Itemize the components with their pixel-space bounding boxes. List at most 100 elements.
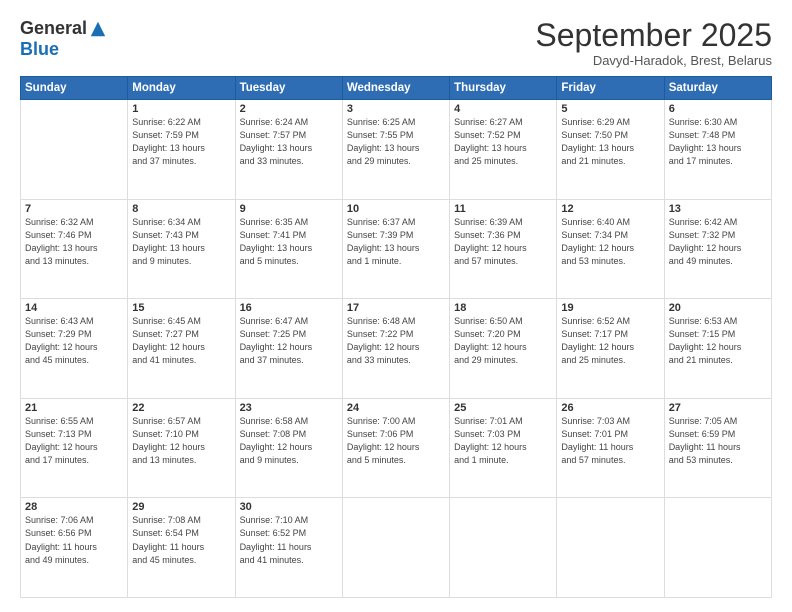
calendar-week-row: 14Sunrise: 6:43 AM Sunset: 7:29 PM Dayli…: [21, 299, 772, 399]
day-info: Sunrise: 6:34 AM Sunset: 7:43 PM Dayligh…: [132, 216, 230, 268]
calendar-cell: 16Sunrise: 6:47 AM Sunset: 7:25 PM Dayli…: [235, 299, 342, 399]
day-number: 9: [240, 203, 338, 215]
day-info: Sunrise: 6:47 AM Sunset: 7:25 PM Dayligh…: [240, 315, 338, 367]
day-info: Sunrise: 6:55 AM Sunset: 7:13 PM Dayligh…: [25, 415, 123, 467]
calendar-cell: [664, 498, 771, 598]
day-of-week-header: Monday: [128, 77, 235, 100]
day-of-week-header: Thursday: [450, 77, 557, 100]
page: General Blue September 2025 Davyd-Harado…: [0, 0, 792, 612]
calendar-cell: 1Sunrise: 6:22 AM Sunset: 7:59 PM Daylig…: [128, 100, 235, 200]
day-info: Sunrise: 6:58 AM Sunset: 7:08 PM Dayligh…: [240, 415, 338, 467]
calendar-cell: 14Sunrise: 6:43 AM Sunset: 7:29 PM Dayli…: [21, 299, 128, 399]
calendar-cell: 12Sunrise: 6:40 AM Sunset: 7:34 PM Dayli…: [557, 199, 664, 299]
day-number: 22: [132, 402, 230, 414]
day-info: Sunrise: 6:50 AM Sunset: 7:20 PM Dayligh…: [454, 315, 552, 367]
day-info: Sunrise: 7:01 AM Sunset: 7:03 PM Dayligh…: [454, 415, 552, 467]
day-info: Sunrise: 6:48 AM Sunset: 7:22 PM Dayligh…: [347, 315, 445, 367]
calendar-week-row: 21Sunrise: 6:55 AM Sunset: 7:13 PM Dayli…: [21, 398, 772, 498]
day-info: Sunrise: 6:25 AM Sunset: 7:55 PM Dayligh…: [347, 116, 445, 168]
calendar-cell: 2Sunrise: 6:24 AM Sunset: 7:57 PM Daylig…: [235, 100, 342, 200]
day-number: 15: [132, 302, 230, 314]
day-number: 14: [25, 302, 123, 314]
day-info: Sunrise: 6:37 AM Sunset: 7:39 PM Dayligh…: [347, 216, 445, 268]
day-of-week-header: Friday: [557, 77, 664, 100]
day-info: Sunrise: 7:05 AM Sunset: 6:59 PM Dayligh…: [669, 415, 767, 467]
calendar-header-row: SundayMondayTuesdayWednesdayThursdayFrid…: [21, 77, 772, 100]
day-number: 12: [561, 203, 659, 215]
calendar-cell: 20Sunrise: 6:53 AM Sunset: 7:15 PM Dayli…: [664, 299, 771, 399]
day-number: 19: [561, 302, 659, 314]
location-subtitle: Davyd-Haradok, Brest, Belarus: [535, 53, 772, 68]
day-number: 16: [240, 302, 338, 314]
calendar-cell: [450, 498, 557, 598]
calendar-cell: 19Sunrise: 6:52 AM Sunset: 7:17 PM Dayli…: [557, 299, 664, 399]
calendar-cell: 25Sunrise: 7:01 AM Sunset: 7:03 PM Dayli…: [450, 398, 557, 498]
day-of-week-header: Tuesday: [235, 77, 342, 100]
day-info: Sunrise: 6:35 AM Sunset: 7:41 PM Dayligh…: [240, 216, 338, 268]
day-number: 4: [454, 103, 552, 115]
calendar-cell: 26Sunrise: 7:03 AM Sunset: 7:01 PM Dayli…: [557, 398, 664, 498]
day-info: Sunrise: 6:27 AM Sunset: 7:52 PM Dayligh…: [454, 116, 552, 168]
calendar-cell: 6Sunrise: 6:30 AM Sunset: 7:48 PM Daylig…: [664, 100, 771, 200]
calendar-cell: 22Sunrise: 6:57 AM Sunset: 7:10 PM Dayli…: [128, 398, 235, 498]
calendar-week-row: 28Sunrise: 7:06 AM Sunset: 6:56 PM Dayli…: [21, 498, 772, 598]
day-number: 29: [132, 501, 230, 513]
day-info: Sunrise: 6:52 AM Sunset: 7:17 PM Dayligh…: [561, 315, 659, 367]
calendar-cell: 21Sunrise: 6:55 AM Sunset: 7:13 PM Dayli…: [21, 398, 128, 498]
calendar-cell: 15Sunrise: 6:45 AM Sunset: 7:27 PM Dayli…: [128, 299, 235, 399]
day-number: 5: [561, 103, 659, 115]
calendar-cell: 24Sunrise: 7:00 AM Sunset: 7:06 PM Dayli…: [342, 398, 449, 498]
day-number: 8: [132, 203, 230, 215]
day-info: Sunrise: 6:53 AM Sunset: 7:15 PM Dayligh…: [669, 315, 767, 367]
day-number: 2: [240, 103, 338, 115]
calendar-week-row: 7Sunrise: 6:32 AM Sunset: 7:46 PM Daylig…: [21, 199, 772, 299]
day-info: Sunrise: 7:00 AM Sunset: 7:06 PM Dayligh…: [347, 415, 445, 467]
day-number: 21: [25, 402, 123, 414]
day-number: 26: [561, 402, 659, 414]
day-number: 7: [25, 203, 123, 215]
calendar-week-row: 1Sunrise: 6:22 AM Sunset: 7:59 PM Daylig…: [21, 100, 772, 200]
day-info: Sunrise: 6:22 AM Sunset: 7:59 PM Dayligh…: [132, 116, 230, 168]
calendar-cell: 29Sunrise: 7:08 AM Sunset: 6:54 PM Dayli…: [128, 498, 235, 598]
calendar-cell: [557, 498, 664, 598]
calendar-cell: 28Sunrise: 7:06 AM Sunset: 6:56 PM Dayli…: [21, 498, 128, 598]
day-number: 24: [347, 402, 445, 414]
day-number: 23: [240, 402, 338, 414]
title-section: September 2025 Davyd-Haradok, Brest, Bel…: [535, 18, 772, 68]
calendar-cell: 5Sunrise: 6:29 AM Sunset: 7:50 PM Daylig…: [557, 100, 664, 200]
day-of-week-header: Wednesday: [342, 77, 449, 100]
day-number: 25: [454, 402, 552, 414]
calendar-cell: 8Sunrise: 6:34 AM Sunset: 7:43 PM Daylig…: [128, 199, 235, 299]
calendar-cell: 23Sunrise: 6:58 AM Sunset: 7:08 PM Dayli…: [235, 398, 342, 498]
logo: General Blue: [20, 18, 107, 60]
calendar-cell: 9Sunrise: 6:35 AM Sunset: 7:41 PM Daylig…: [235, 199, 342, 299]
calendar-cell: 13Sunrise: 6:42 AM Sunset: 7:32 PM Dayli…: [664, 199, 771, 299]
day-info: Sunrise: 6:39 AM Sunset: 7:36 PM Dayligh…: [454, 216, 552, 268]
day-number: 27: [669, 402, 767, 414]
calendar-cell: [342, 498, 449, 598]
day-info: Sunrise: 6:29 AM Sunset: 7:50 PM Dayligh…: [561, 116, 659, 168]
day-info: Sunrise: 7:10 AM Sunset: 6:52 PM Dayligh…: [240, 514, 338, 566]
day-info: Sunrise: 6:45 AM Sunset: 7:27 PM Dayligh…: [132, 315, 230, 367]
day-info: Sunrise: 6:43 AM Sunset: 7:29 PM Dayligh…: [25, 315, 123, 367]
day-info: Sunrise: 6:42 AM Sunset: 7:32 PM Dayligh…: [669, 216, 767, 268]
calendar-table: SundayMondayTuesdayWednesdayThursdayFrid…: [20, 76, 772, 598]
day-number: 28: [25, 501, 123, 513]
logo-blue-text: Blue: [20, 39, 59, 60]
month-title: September 2025: [535, 18, 772, 53]
day-number: 11: [454, 203, 552, 215]
day-number: 10: [347, 203, 445, 215]
calendar-cell: [21, 100, 128, 200]
day-number: 3: [347, 103, 445, 115]
calendar-cell: 7Sunrise: 6:32 AM Sunset: 7:46 PM Daylig…: [21, 199, 128, 299]
calendar-cell: 10Sunrise: 6:37 AM Sunset: 7:39 PM Dayli…: [342, 199, 449, 299]
logo-general-text: General: [20, 18, 87, 39]
calendar-cell: 30Sunrise: 7:10 AM Sunset: 6:52 PM Dayli…: [235, 498, 342, 598]
calendar-cell: 4Sunrise: 6:27 AM Sunset: 7:52 PM Daylig…: [450, 100, 557, 200]
calendar-cell: 3Sunrise: 6:25 AM Sunset: 7:55 PM Daylig…: [342, 100, 449, 200]
calendar-cell: 17Sunrise: 6:48 AM Sunset: 7:22 PM Dayli…: [342, 299, 449, 399]
day-number: 1: [132, 103, 230, 115]
day-of-week-header: Sunday: [21, 77, 128, 100]
calendar-cell: 27Sunrise: 7:05 AM Sunset: 6:59 PM Dayli…: [664, 398, 771, 498]
day-number: 6: [669, 103, 767, 115]
